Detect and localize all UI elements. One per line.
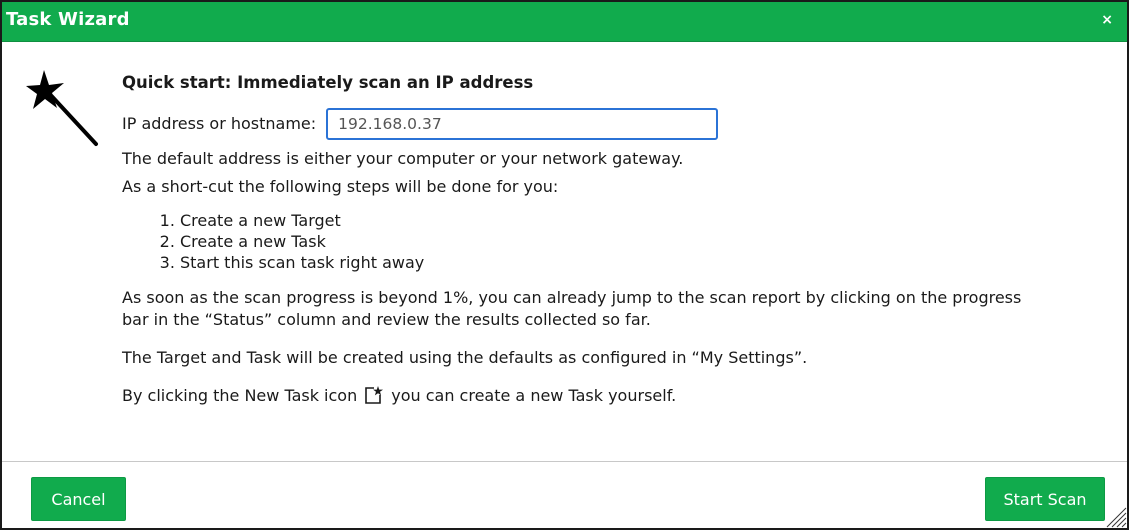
dialog-title: Task Wizard <box>6 9 130 30</box>
ip-address-input[interactable] <box>326 108 719 140</box>
step-item: Create a new Task <box>180 231 1102 252</box>
steps-list: Create a new Target Create a new Task St… <box>122 210 1102 273</box>
step-item: Create a new Target <box>180 210 1102 231</box>
dialog-titlebar[interactable]: Task Wizard × <box>2 2 1127 42</box>
close-icon[interactable]: × <box>1101 12 1113 28</box>
shortcut-intro: As a short-cut the following steps will … <box>122 177 559 196</box>
start-scan-button[interactable]: Start Scan <box>985 477 1105 521</box>
cancel-button[interactable]: Cancel <box>31 477 126 521</box>
ip-row: IP address or hostname: <box>122 108 1102 140</box>
footer-divider <box>2 461 1127 462</box>
progress-note: As soon as the scan progress is beyond 1… <box>122 287 1102 331</box>
wizard-wand-icon <box>26 70 98 146</box>
progress-note-line-1: As soon as the scan progress is beyond 1… <box>122 288 1022 307</box>
resize-grip-icon[interactable] <box>1101 502 1127 528</box>
quickstart-heading: Quick start: Immediately scan an IP addr… <box>122 73 534 92</box>
task-wizard-dialog: Task Wizard × Quick start: Immediately s… <box>0 0 1129 530</box>
ip-label: IP address or hostname: <box>122 114 317 133</box>
default-address-note: The default address is either your compu… <box>122 149 684 168</box>
step-item: Start this scan task right away <box>180 252 1102 273</box>
wizard-content: Quick start: Immediately scan an IP addr… <box>122 72 1102 407</box>
defaults-note: The Target and Task will be created usin… <box>122 348 808 367</box>
newtask-note-before: By clicking the New Task icon <box>122 386 358 405</box>
new-task-icon <box>365 386 384 404</box>
newtask-note-after: you can create a new Task yourself. <box>391 386 677 405</box>
progress-note-line-2: bar in the “Status” column and review th… <box>122 310 651 329</box>
newtask-note: By clicking the New Task icon you can cr… <box>122 385 1102 407</box>
